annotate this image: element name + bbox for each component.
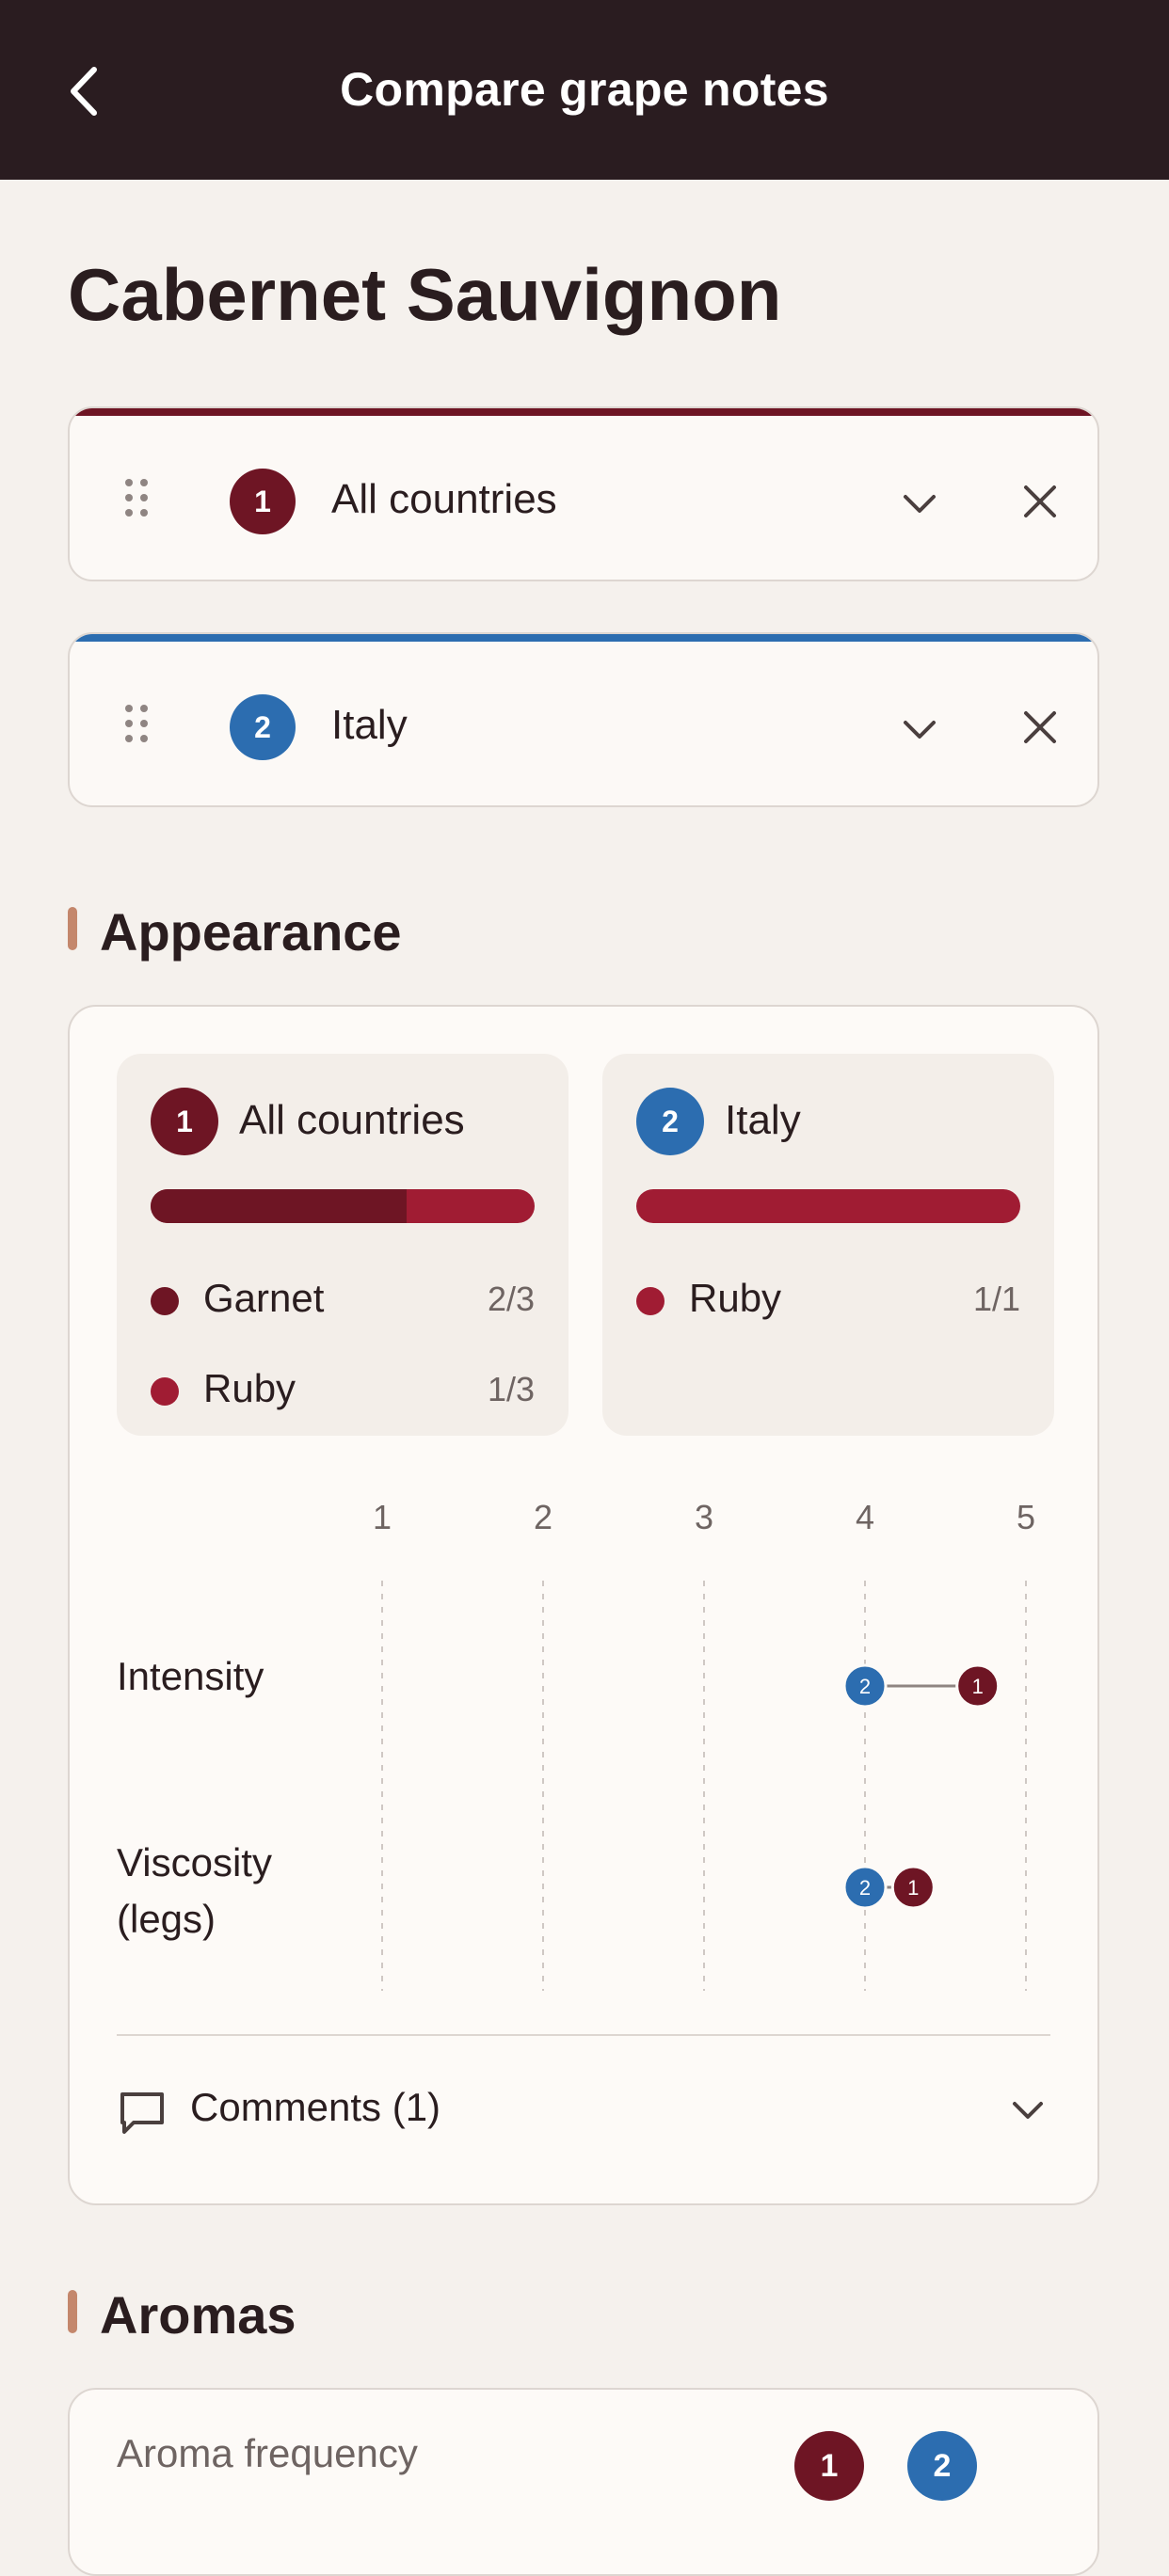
rating-marker-1: 1 [890, 1865, 936, 1910]
selector-accent-bar [70, 634, 1097, 642]
chevron-down-icon[interactable] [1007, 2092, 1049, 2130]
row-label-intensity: Intensity [117, 1654, 264, 1698]
selector-label[interactable]: Italy [331, 702, 408, 749]
aromas-card: Aroma frequency 1 2 [68, 2388, 1099, 2576]
comment-icon [120, 2092, 164, 2134]
rating-marker-1: 1 [955, 1663, 1001, 1709]
comments-toggle-label[interactable]: Comments (1) [190, 2085, 440, 2130]
appearance-card: 1 All countries Garnet 2/3 Ruby 1/3 2 It… [68, 1005, 1099, 2205]
aroma-number-badge-2: 2 [907, 2431, 977, 2501]
rating-scale-chart: 2 1 2 1 [381, 1581, 1027, 1991]
close-icon[interactable] [1018, 480, 1062, 523]
comparison-selector-1[interactable]: 1 All countries [68, 406, 1099, 581]
header-title: Compare grape notes [340, 63, 829, 116]
section-accent-mark [68, 2290, 77, 2333]
svg-text:1: 1 [972, 1675, 984, 1698]
aroma-number-badge-1: 1 [794, 2431, 864, 2501]
section-accent-mark [68, 907, 77, 950]
section-title: Appearance [100, 902, 402, 962]
section-title: Aromas [100, 2285, 296, 2345]
chevron-down-icon[interactable] [898, 711, 941, 749]
row-label-viscosity: Viscosity (legs) [117, 1840, 272, 1941]
comparison-selector-2[interactable]: 2 Italy [68, 632, 1099, 807]
aroma-frequency-label: Aroma frequency [117, 2431, 418, 2475]
chevron-down-icon[interactable] [898, 485, 941, 523]
divider [117, 2034, 1050, 2036]
svg-text:2: 2 [859, 1876, 871, 1900]
selector-number-badge: 1 [230, 469, 296, 534]
svg-text:1: 1 [907, 1876, 919, 1900]
svg-text:2: 2 [859, 1675, 871, 1698]
page-title: Cabernet Sauvignon [68, 253, 782, 336]
selector-number-badge: 2 [230, 694, 296, 760]
rating-marker-2: 2 [842, 1663, 888, 1709]
rating-marker-2: 2 [842, 1865, 888, 1910]
selector-accent-bar [70, 408, 1097, 416]
drag-handle-icon[interactable] [122, 476, 151, 519]
app-header: Compare grape notes [0, 0, 1169, 180]
close-icon[interactable] [1018, 706, 1062, 749]
selector-label[interactable]: All countries [331, 476, 557, 523]
drag-handle-icon[interactable] [122, 702, 151, 745]
